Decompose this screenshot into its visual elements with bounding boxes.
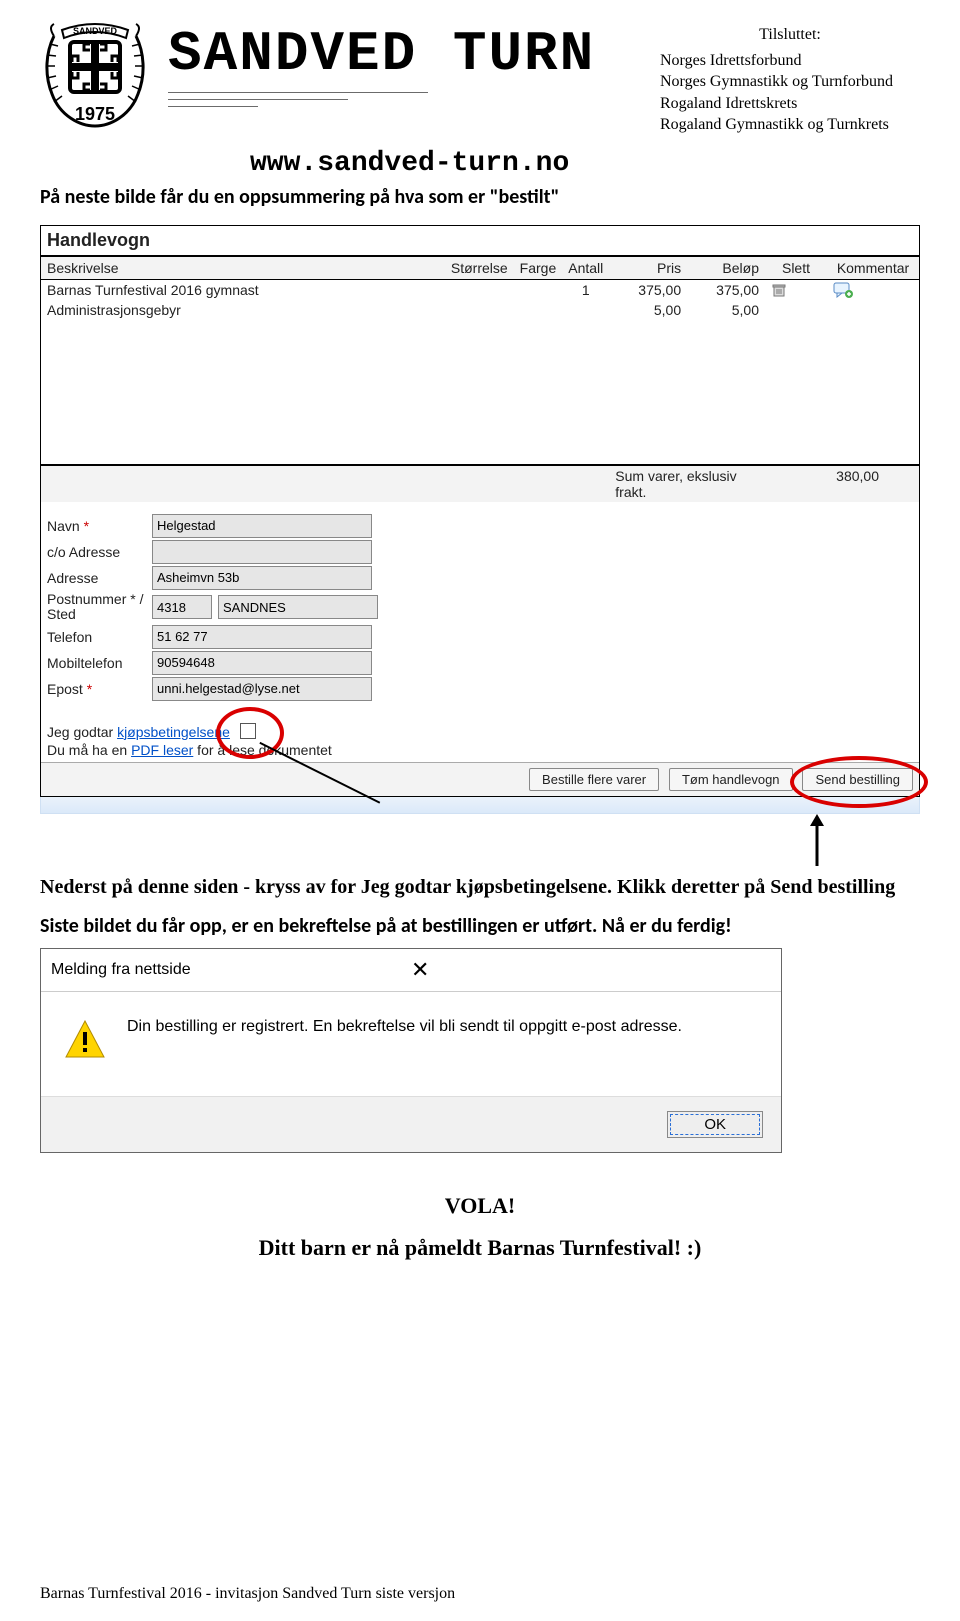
pdf-reader-link[interactable]: PDF leser [131, 742, 193, 758]
cart-screenshot-wrapper: Handlevogn Beskrivelse Størrelse Farge A… [40, 225, 920, 814]
phone-field[interactable] [152, 625, 372, 649]
label-phone: Telefon [47, 629, 152, 645]
co-address-field[interactable] [152, 540, 372, 564]
logo-name-text: SANDVED [73, 26, 118, 36]
col-delete: Slett [765, 257, 827, 280]
terms-checkbox[interactable] [240, 723, 256, 739]
send-order-button[interactable]: Send bestilling [802, 768, 913, 791]
instruction-paragraph-2: Siste bildet du får opp, er en bekreftel… [40, 914, 920, 938]
email-field[interactable] [152, 677, 372, 701]
name-field[interactable] [152, 514, 372, 538]
trash-icon[interactable] [771, 282, 821, 298]
col-qty: Antall [562, 257, 609, 280]
table-row: Administrasjonsgebyr 5,005,00 [41, 300, 919, 320]
cart-sum-row: Sum varer, ekslusiv frakt. 380,00 [41, 465, 919, 502]
enrolled-text: Ditt barn er nå påmeldt Barnas Turnfesti… [40, 1235, 920, 1261]
label-co: c/o Adresse [47, 544, 152, 560]
cell-size [445, 300, 514, 320]
zip-field[interactable] [152, 595, 212, 619]
cart-title: Handlevogn [41, 226, 919, 257]
cell-amount: 5,00 [687, 300, 765, 320]
col-comment: Kommentar [827, 257, 919, 280]
cart-table: Beskrivelse Størrelse Farge Antall Pris … [41, 257, 919, 502]
cell-color [514, 279, 563, 300]
vola-text: VOLA! [40, 1193, 920, 1219]
logo-year-text: 1975 [75, 104, 115, 124]
affiliation-item: Norges Gymnastikk og Turnforbund [660, 71, 920, 93]
cart-buttons-bar: Bestille flere varer Tøm handlevogn Send… [41, 762, 919, 796]
close-icon[interactable]: ✕ [403, 957, 771, 983]
comment-add-icon[interactable] [833, 282, 913, 298]
terms-line: Jeg godtar kjøpsbetingelsene [47, 723, 913, 740]
document-header: SANDVED 1975 SANDVED TURN Tilsluttet: No… [40, 16, 920, 136]
col-description: Beskrivelse [41, 257, 445, 280]
warning-icon [63, 1018, 107, 1062]
pdf-note: Du må ha en PDF leser for å lese dokumen… [47, 742, 913, 758]
title-underline-rules [168, 92, 642, 107]
sum-label: Sum varer, ekslusiv frakt. [609, 465, 765, 502]
cell-desc: Administrasjonsgebyr [41, 300, 445, 320]
arrow-up-icon [807, 814, 827, 868]
club-logo: SANDVED 1975 [40, 16, 150, 131]
cell-desc: Barnas Turnfestival 2016 gymnast [41, 279, 445, 300]
intro-text: På neste bilde får du en oppsummering på… [40, 185, 920, 209]
ok-button[interactable]: OK [667, 1111, 763, 1138]
cell-amount: 375,00 [687, 279, 765, 300]
affiliation-item: Norges Idrettsforbund [660, 50, 920, 72]
customer-form: Navn * c/o Adresse Adresse Postnummer * … [41, 502, 919, 762]
col-size: Størrelse [445, 257, 514, 280]
cell-size [445, 279, 514, 300]
terms-link[interactable]: kjøpsbetingelsene [117, 724, 230, 740]
page-footer: Barnas Turnfestival 2016 - invitasjon Sa… [40, 1585, 455, 1603]
cell-price: 375,00 [609, 279, 687, 300]
label-address: Adresse [47, 570, 152, 586]
website-url: www.sandved-turn.no [250, 148, 920, 179]
label-zip-city: Postnummer * / Sted [47, 592, 152, 623]
affiliation-item: Rogaland Gymnastikk og Turnkrets [660, 114, 920, 136]
city-field[interactable] [218, 595, 378, 619]
arrow-annotation [40, 814, 920, 868]
cell-price: 5,00 [609, 300, 687, 320]
col-price: Pris [609, 257, 687, 280]
label-mobile: Mobiltelefon [47, 655, 152, 671]
dialog-title: Melding fra nettside [51, 961, 403, 979]
cart-panel: Handlevogn Beskrivelse Størrelse Farge A… [40, 225, 920, 797]
cell-qty: 1 [562, 279, 609, 300]
affiliations-block: Tilsluttet: Norges Idrettsforbund Norges… [660, 16, 920, 136]
col-color: Farge [514, 257, 563, 280]
label-name: Navn * [47, 518, 152, 534]
label-email: Epost * [47, 681, 152, 697]
sum-value: 380,00 [765, 465, 919, 502]
col-amount: Beløp [687, 257, 765, 280]
empty-cart-button[interactable]: Tøm handlevogn [669, 768, 793, 791]
cell-qty [562, 300, 609, 320]
instruction-paragraph-1: Nederst på denne siden - kryss av for Je… [40, 874, 920, 900]
order-more-button[interactable]: Bestille flere varer [529, 768, 659, 791]
main-title: SANDVED TURN [168, 22, 642, 86]
mobile-field[interactable] [152, 651, 372, 675]
blue-band [40, 797, 920, 814]
affiliation-item: Rogaland Idrettskrets [660, 93, 920, 115]
dialog-message: Din bestilling er registrert. En bekreft… [127, 1018, 682, 1062]
address-field[interactable] [152, 566, 372, 590]
cell-color [514, 300, 563, 320]
table-row: Barnas Turnfestival 2016 gymnast1375,003… [41, 279, 919, 300]
confirmation-dialog: Melding fra nettside ✕ Din bestilling er… [40, 948, 782, 1153]
affiliated-title: Tilsluttet: [660, 24, 920, 46]
